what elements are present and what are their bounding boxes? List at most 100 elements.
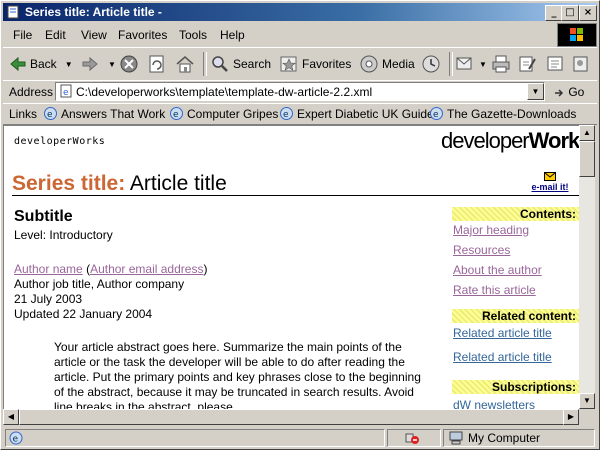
messenger-button[interactable]	[571, 52, 594, 76]
link-expert-diabetic-uk-guide[interactable]: e Expert Diabetic UK Guide	[279, 106, 434, 121]
contents-link-resources[interactable]: Resources	[453, 243, 510, 257]
page-content: developerWorks developerWorks Series tit…	[3, 125, 581, 411]
subtitle: Subtitle	[14, 208, 73, 225]
links-bar: Links e Answers That Work e Computer Gri…	[3, 103, 597, 125]
home-icon	[176, 56, 194, 73]
menu-tools[interactable]: Tools	[179, 28, 207, 42]
ie-page-icon: e	[430, 107, 443, 120]
link-label: Answers That Work	[61, 106, 166, 121]
status-security-panel	[387, 429, 441, 447]
back-button[interactable]: Back ▼	[9, 52, 73, 76]
address-label: Address	[9, 85, 54, 99]
address-dropdown-icon[interactable]: ▼	[527, 83, 544, 100]
zone-label: My Computer	[468, 431, 541, 445]
go-arrow-icon	[555, 89, 564, 97]
article-title: Article title	[129, 172, 227, 195]
updated-date: Updated 22 January 2004	[14, 307, 153, 321]
level: Level: Introductory	[14, 228, 113, 242]
title-divider	[12, 195, 580, 196]
author-job: Author job title, Author company	[14, 277, 185, 291]
address-input[interactable]: e C:\developerworks\template\template-dw…	[55, 82, 545, 101]
related-article-link[interactable]: Related article title	[453, 326, 552, 340]
svg-text:e: e	[173, 110, 179, 120]
back-label: Back	[30, 57, 57, 71]
link-label: Computer Gripes	[187, 106, 279, 121]
close-button[interactable]: ×	[579, 5, 597, 21]
edit-page-icon	[519, 56, 536, 72]
logo-bold-text: Works	[528, 128, 580, 153]
developerworks-logo[interactable]: developerWorks	[441, 128, 580, 154]
favorites-label: Favorites	[302, 57, 352, 71]
contents-link-major-heading[interactable]: Major heading	[453, 223, 529, 237]
menu-help[interactable]: Help	[220, 28, 245, 42]
edit-button[interactable]	[517, 52, 540, 76]
menu-edit[interactable]: Edit	[45, 28, 66, 42]
horizontal-scrollbar[interactable]: ◀ ▶	[3, 409, 579, 425]
mail-button[interactable]: ▼	[455, 52, 487, 76]
menu-view[interactable]: View	[81, 28, 107, 42]
scroll-right-icon[interactable]: ▶	[563, 409, 579, 425]
status-bar: e My Computer	[3, 427, 597, 447]
link-label: The Gazette-Downloads	[447, 106, 577, 121]
search-button[interactable]: Search	[210, 52, 271, 76]
print-icon	[492, 55, 510, 73]
go-label: Go	[568, 85, 585, 99]
forward-arrow-icon	[82, 56, 98, 72]
author-line: Author name (Author email address)	[14, 262, 207, 276]
address-value: C:\developerworks\template\template-dw-a…	[76, 85, 373, 99]
home-button[interactable]	[175, 52, 198, 76]
author-email-link[interactable]: Author email address	[90, 262, 203, 276]
media-icon	[360, 55, 378, 73]
email-it-link[interactable]: e-mail it!	[528, 172, 572, 192]
forward-dropdown-icon[interactable]: ▼	[108, 60, 116, 69]
vertical-scroll-thumb[interactable]	[579, 141, 595, 177]
mail-dropdown-icon[interactable]: ▼	[479, 60, 487, 69]
subscriptions-header: Subscriptions:	[452, 380, 580, 394]
author-name-link[interactable]: Author name	[14, 262, 83, 276]
standard-toolbar: Back ▼ ▼ Search Favorites Media ▼	[3, 47, 597, 81]
history-icon	[422, 55, 440, 73]
discuss-icon	[547, 56, 563, 71]
article-abstract: Your article abstract goes here. Summari…	[54, 340, 421, 411]
back-dropdown-icon[interactable]: ▼	[65, 60, 73, 69]
refresh-icon	[149, 55, 164, 73]
publish-date: 21 July 2003	[14, 292, 83, 306]
contents-link-about-author[interactable]: About the author	[453, 263, 542, 277]
scroll-down-icon[interactable]: ▼	[579, 393, 595, 409]
mail-icon	[456, 57, 472, 70]
logo-light-text: developer	[441, 128, 530, 153]
contents-header-label: Contents:	[452, 207, 580, 221]
series-title: Series title:	[12, 172, 126, 195]
discuss-button[interactable]	[545, 52, 568, 76]
scroll-up-icon[interactable]: ▲	[579, 125, 595, 141]
contents-link-rate-article[interactable]: Rate this article	[453, 283, 536, 297]
status-message-panel: e	[5, 429, 385, 447]
link-answers-that-work[interactable]: e Answers That Work	[43, 106, 165, 121]
link-gazette-downloads[interactable]: e The Gazette-Downloads	[429, 106, 576, 121]
scrollbar-corner	[579, 409, 595, 425]
paren-close: )	[203, 262, 208, 276]
forward-button[interactable]: ▼	[81, 52, 116, 76]
menu-favorites[interactable]: Favorites	[118, 28, 167, 42]
envelope-icon	[544, 172, 556, 181]
link-computer-gripes[interactable]: e Computer Gripes	[169, 106, 278, 121]
maximize-button[interactable]: □	[561, 5, 579, 21]
toolbar-separator	[449, 52, 453, 76]
vertical-scrollbar[interactable]: ▲ ▼	[579, 125, 595, 409]
related-article-link[interactable]: Related article title	[453, 350, 552, 364]
search-label: Search	[233, 57, 272, 71]
go-button[interactable]: Go	[553, 85, 584, 99]
refresh-button[interactable]	[147, 52, 170, 76]
ie-page-icon: e	[44, 107, 57, 120]
favorites-button[interactable]: Favorites	[279, 52, 351, 76]
scroll-left-icon[interactable]: ◀	[3, 409, 19, 425]
related-header-label: Related content:	[452, 309, 580, 323]
page-icon	[7, 5, 19, 19]
menu-file[interactable]: File	[13, 28, 32, 42]
print-button[interactable]	[491, 52, 514, 76]
media-button[interactable]: Media	[359, 52, 415, 76]
menu-bar: File Edit View Favorites Tools Help	[3, 23, 555, 45]
horizontal-scroll-thumb[interactable]	[19, 409, 565, 425]
stop-button[interactable]	[119, 52, 142, 76]
history-button[interactable]	[421, 52, 444, 76]
